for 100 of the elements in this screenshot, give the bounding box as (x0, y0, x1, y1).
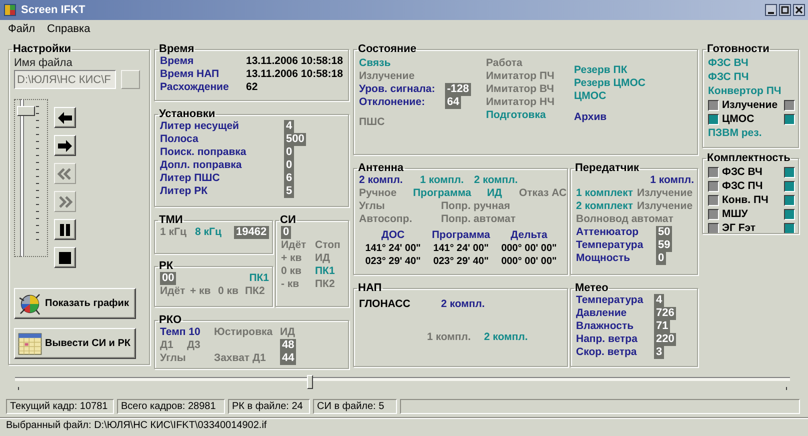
setup-text: 500 (286, 133, 304, 145)
transmitter-text: 2 комплект (576, 200, 634, 213)
antenna-text: Ручное (359, 187, 398, 200)
antenna-text: ДОС (381, 229, 405, 242)
group-title: Время (158, 44, 196, 55)
pause-button[interactable] (54, 219, 76, 240)
weather-text: 4 (656, 294, 662, 306)
si-text: 0 (283, 226, 290, 238)
antenna-text: 141° 24' 00" (433, 242, 489, 255)
antenna-text: Автосопр. (359, 213, 414, 226)
state-text: Резерв ЦМОС (574, 77, 646, 90)
weather-text: 220 (656, 333, 674, 345)
nap-text: 2 компл. (484, 331, 529, 344)
nap-text: 1 компл. (427, 331, 472, 344)
si-text: 0 кв (281, 265, 302, 278)
antenna-text: 2 компл. (359, 174, 404, 187)
si-text: - кв (281, 278, 300, 291)
completeness-text: ФЗС ВЧ (721, 166, 764, 178)
antenna-text: 141° 24' 00" (365, 242, 421, 255)
antenna-text: ИД (487, 187, 504, 200)
slider-thumb[interactable] (307, 375, 314, 389)
menu-item[interactable]: Справка (45, 23, 92, 35)
stop-icon (57, 250, 73, 264)
group-title: Установки (158, 109, 216, 120)
menu-item[interactable]: Файл (6, 23, 38, 35)
minimize-button[interactable] (765, 4, 777, 16)
arrow-right-icon (57, 138, 73, 152)
state-text: Резерв ПК (574, 64, 628, 77)
double-chevron-left-icon (57, 166, 73, 180)
readiness-text: Излучение (721, 98, 779, 112)
antenna-text: 2 компл. (474, 174, 519, 187)
group-title: Готовности (706, 44, 770, 55)
antenna-text: 000° 00' 00" (501, 242, 557, 255)
rk-text: 00 (162, 272, 174, 284)
transmitter-text: Аттенюатор (576, 226, 640, 239)
antenna-text: Программа (413, 187, 472, 200)
close-button[interactable] (793, 4, 805, 16)
setup-text: Полоса (160, 133, 200, 146)
export-button[interactable]: Вывести СИ и РК (14, 328, 136, 359)
nap-text: 2 компл. (441, 298, 486, 311)
pause-icon (57, 222, 73, 236)
app-icon (3, 3, 17, 17)
rko-text: Юстировка (214, 326, 274, 339)
step-back-button[interactable] (54, 107, 76, 128)
show-chart-button[interactable]: Показать график (14, 288, 136, 319)
state-text: Архив (574, 111, 608, 124)
completeness-text: Конв. ПЧ (721, 194, 770, 206)
rko-text: ИД (280, 326, 296, 339)
double-chevron-right-icon (57, 194, 73, 208)
si-text: ПК1 (315, 265, 336, 278)
setup-text: Поиск. поправка (160, 146, 248, 159)
time-text: 13.11.2006 10:58:18 (246, 55, 344, 68)
antenna-text: Попр. автомат (441, 213, 517, 226)
state-text: Уров. сигнала: (359, 83, 436, 96)
group-title: РК (158, 261, 174, 272)
weather-text: Влажность (576, 320, 635, 333)
selected-file-text: Выбранный файл: D:\ЮЛЯ\НС КИС\IFKT\03340014902.if (6, 420, 267, 431)
status-text: СИ в файле: 5 (313, 399, 397, 414)
transmitter-text: Волновод автомат (576, 213, 674, 226)
setup-text: 0 (286, 159, 292, 171)
completeness-text: ЭГ Fэт (721, 222, 757, 233)
readiness-text: ПЗВМ рез. (708, 126, 763, 140)
group-title: Метео (574, 283, 610, 294)
state-text: Связь (359, 57, 392, 70)
step-forward-button[interactable] (54, 135, 76, 156)
maximize-button[interactable] (779, 4, 791, 16)
status-text: РК в файле: 24 (228, 399, 310, 414)
setup-text: Литер несущей (160, 120, 240, 133)
state-text: ПШС (359, 116, 386, 129)
rk-text: 0 кв (218, 285, 240, 298)
weather-text: Напр. ветра (576, 333, 638, 346)
transmitter-text: 1 компл. (650, 174, 694, 187)
weather-text: Давление (576, 307, 628, 320)
readiness-text: ЦМОС (721, 112, 756, 126)
transmitter-text: Температура (576, 239, 644, 252)
calendar-icon (17, 330, 43, 356)
tmi-text: 19462 (236, 226, 267, 238)
frame-slider[interactable] (14, 99, 48, 257)
antenna-text: Углы (359, 200, 386, 213)
completeness-text: МШУ (721, 208, 749, 220)
group-title: СИ (279, 215, 297, 226)
rko-text: 44 (282, 352, 294, 364)
tmi-text: 1 кГц (160, 226, 188, 239)
setup-text: 0 (286, 146, 292, 158)
time-text: Время НАП (160, 68, 220, 81)
weather-text: 726 (656, 307, 674, 319)
antenna-text: Попр. ручная (441, 200, 512, 213)
slider-thumb[interactable] (17, 106, 35, 116)
stop-button[interactable] (54, 247, 76, 268)
group-title: Антенна (357, 163, 404, 174)
antenna-text: 023° 29' 40" (365, 255, 421, 268)
antenna-text: Дельта (510, 229, 548, 242)
rko-text: 48 (282, 339, 294, 351)
si-text: ИД (315, 252, 332, 265)
rko-text: Д1 (160, 339, 174, 352)
rko-text: Темп 10 (160, 326, 202, 339)
rko-text: Д3 (187, 339, 202, 352)
group-title: Настройки (12, 44, 72, 55)
completeness-text: ФЗС ПЧ (721, 180, 764, 192)
setup-text: Литер РК (160, 185, 209, 198)
